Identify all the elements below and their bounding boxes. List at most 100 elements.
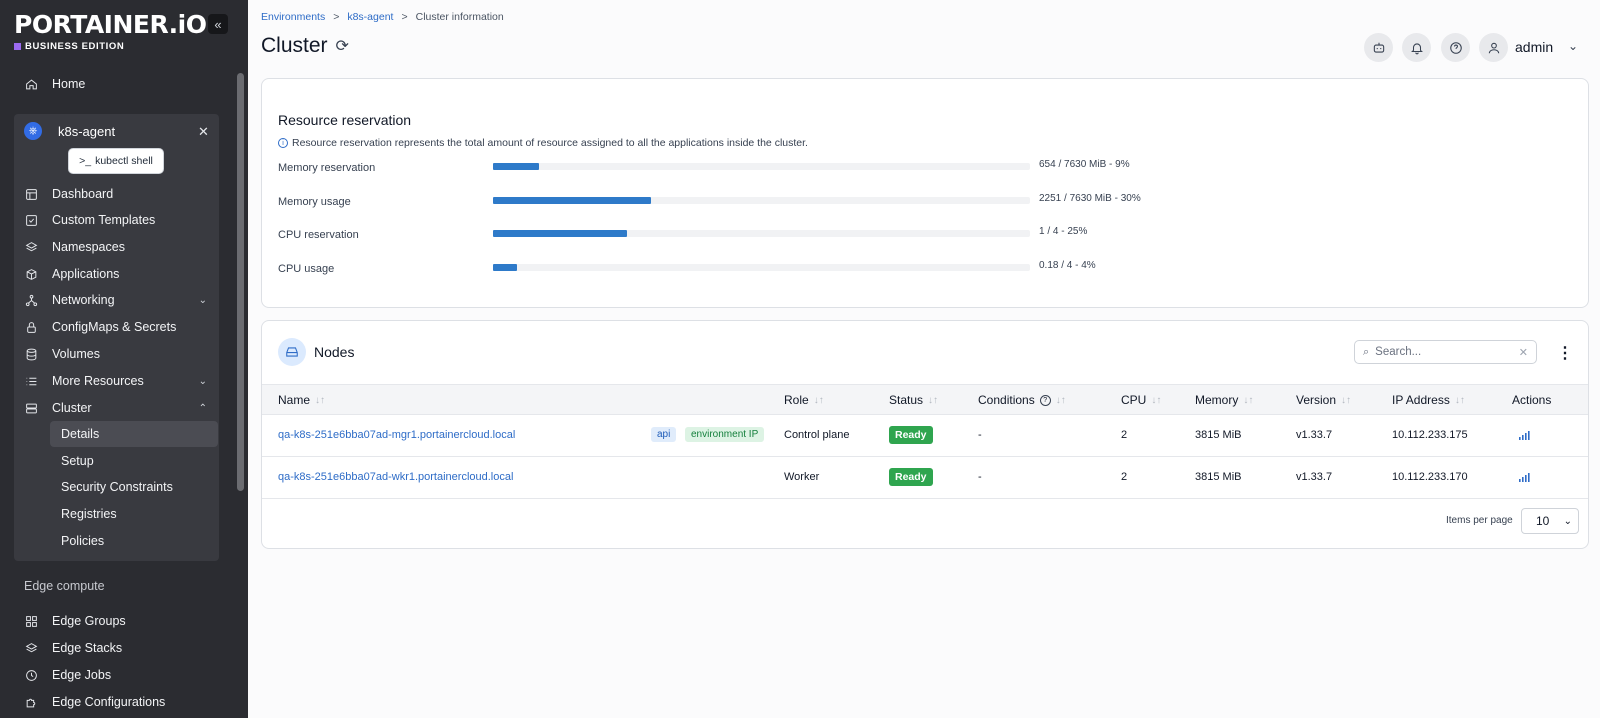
home-icon	[24, 77, 38, 91]
more-options-icon[interactable]: ⋮	[1557, 343, 1573, 363]
rr-row-cpu-reservation: CPU reservation 1 / 4 - 25%	[278, 226, 1088, 241]
progress-fill	[493, 264, 518, 271]
col-memory[interactable]: Memory ↓↑	[1195, 393, 1253, 407]
col-conditions[interactable]: Conditions? ↓↑	[978, 393, 1066, 407]
user-avatar[interactable]	[1479, 33, 1508, 62]
bot-icon	[1373, 42, 1384, 53]
sidebar-sub-policies[interactable]: Policies	[50, 528, 218, 554]
breadcrumb-env[interactable]: k8s-agent	[347, 11, 393, 23]
node-role: Worker	[784, 471, 820, 483]
sidebar-item-networking[interactable]: Networking ⌄	[14, 287, 219, 313]
help-button[interactable]	[1441, 33, 1470, 62]
sidebar-item-volumes[interactable]: Volumes	[14, 341, 219, 367]
sidebar-sub-security-constraints[interactable]: Security Constraints	[50, 474, 218, 500]
nodes-title: Nodes	[314, 344, 355, 360]
environment-header: ⎈ k8s-agent	[24, 122, 115, 140]
progress-track	[493, 163, 1030, 170]
nodes-card: Nodes ⌕ Search... ✕ ⋮ Name ↓↑ Role ↓↑ Stat…	[261, 320, 1589, 549]
resource-reservation-card: Resource reservation i Resource reservat…	[261, 78, 1589, 308]
col-cpu[interactable]: CPU ↓↑	[1121, 393, 1161, 407]
database-icon	[24, 347, 38, 361]
rr-row-cpu-usage: CPU usage 0.18 / 4 - 4%	[278, 260, 1096, 275]
help-icon	[1449, 41, 1462, 54]
breadcrumb-environments[interactable]: Environments	[261, 11, 325, 23]
portainer-logo[interactable]: PORTAINER.iO BUSINESS EDITION	[14, 10, 207, 52]
node-ip: 10.112.233.175	[1392, 429, 1468, 441]
box-icon	[24, 267, 38, 281]
table-row: qa-k8s-251e6bba07ad-mgr1.portainercloud.…	[262, 415, 1588, 457]
col-ip-address[interactable]: IP Address ↓↑	[1392, 393, 1465, 407]
chevron-down-icon[interactable]: ⌄	[1568, 39, 1578, 53]
resource-reservation-title: Resource reservation	[278, 112, 412, 128]
chevron-down-icon: ⌄	[1563, 515, 1572, 527]
kubectl-shell-button[interactable]: >_ kubectl shell	[68, 148, 164, 174]
breadcrumb-current: Cluster information	[415, 11, 504, 23]
progress-fill	[493, 163, 540, 170]
sidebar-scrollbar[interactable]	[237, 73, 244, 491]
sidebar-item-home[interactable]: Home	[14, 71, 219, 97]
col-version[interactable]: Version ↓↑	[1296, 393, 1351, 407]
col-status[interactable]: Status ↓↑	[889, 393, 938, 407]
sidebar-item-custom-templates[interactable]: Custom Templates	[14, 207, 219, 233]
server-icon	[24, 401, 38, 415]
sort-icon: ↓↑	[1454, 394, 1465, 406]
node-name-link[interactable]: qa-k8s-251e6bba07ad-wkr1.portainercloud.…	[278, 471, 513, 483]
breadcrumb: Environments > k8s-agent > Cluster infor…	[261, 11, 504, 23]
edge-compute-heading: Edge compute	[24, 579, 105, 593]
chevron-up-icon: ⌃	[198, 402, 207, 414]
stats-icon[interactable]	[1518, 472, 1530, 482]
search-input[interactable]: ⌕ Search... ✕	[1354, 340, 1537, 364]
stats-icon[interactable]	[1518, 430, 1530, 440]
kubernetes-icon: ⎈	[24, 122, 42, 140]
sort-icon: ↓↑	[813, 394, 824, 406]
list-icon	[24, 374, 38, 388]
user-name[interactable]: admin	[1515, 39, 1553, 55]
sort-icon: ↓↑	[1151, 394, 1162, 406]
sidebar-item-configmaps[interactable]: ConfigMaps & Secrets	[14, 314, 219, 340]
clock-icon	[24, 668, 38, 682]
sort-icon: ↓↑	[928, 394, 939, 406]
network-icon	[24, 293, 38, 307]
puzzle-icon	[24, 695, 38, 709]
status-badge: Ready	[889, 426, 933, 444]
templates-icon	[24, 213, 38, 227]
sidebar-item-edge-stacks[interactable]: Edge Stacks	[14, 635, 219, 661]
dashboard-icon	[24, 187, 38, 201]
page-title: Cluster ⟳	[261, 34, 349, 57]
notifications-button[interactable]	[1402, 33, 1431, 62]
refresh-icon[interactable]: ⟳	[336, 36, 349, 56]
col-role[interactable]: Role ↓↑	[784, 393, 824, 407]
node-cpu: 2	[1121, 471, 1128, 483]
node-conditions: -	[978, 429, 982, 441]
sidebar-item-edge-jobs[interactable]: Edge Jobs	[14, 662, 219, 688]
layers-icon	[24, 240, 38, 254]
lock-icon	[24, 320, 38, 334]
sidebar-item-applications[interactable]: Applications	[14, 261, 219, 287]
rr-row-memory-usage: Memory usage 2251 / 7630 MiB - 30%	[278, 193, 1141, 208]
sidebar-item-edge-groups[interactable]: Edge Groups	[14, 608, 219, 634]
collapse-sidebar-button[interactable]: «	[208, 14, 228, 34]
sidebar-item-dashboard[interactable]: Dashboard	[14, 181, 219, 207]
sidebar-item-cluster[interactable]: Cluster ⌃	[14, 395, 219, 421]
ai-assistant-button[interactable]	[1364, 33, 1393, 62]
node-memory: 3815 MiB	[1195, 429, 1242, 441]
clear-search-icon[interactable]: ✕	[1519, 346, 1528, 359]
col-name[interactable]: Name ↓↑	[278, 393, 325, 407]
sidebar-sub-details[interactable]: Details	[50, 421, 218, 447]
node-conditions: -	[978, 471, 982, 483]
logo-text: PORTAINER.iO	[14, 10, 207, 39]
sidebar-item-namespaces[interactable]: Namespaces	[14, 234, 219, 260]
resource-reservation-info: i Resource reservation represents the to…	[278, 137, 808, 149]
environment-name: k8s-agent	[58, 123, 116, 139]
items-per-page-select[interactable]: 10 ⌄	[1521, 508, 1579, 534]
sidebar-item-edge-configurations[interactable]: Edge Configurations	[14, 689, 219, 715]
sidebar-sub-registries[interactable]: Registries	[50, 501, 218, 527]
progress-fill	[493, 197, 652, 204]
sidebar-item-more-resources[interactable]: More Resources ⌄	[14, 368, 219, 394]
close-environment-icon[interactable]: ✕	[198, 124, 209, 140]
edition-label: BUSINESS EDITION	[14, 41, 207, 52]
chevron-down-icon: ⌄	[198, 375, 207, 387]
node-name-link[interactable]: qa-k8s-251e6bba07ad-mgr1.portainercloud.…	[278, 429, 515, 441]
sidebar-sub-setup[interactable]: Setup	[50, 448, 218, 474]
help-icon: ?	[1039, 394, 1051, 406]
